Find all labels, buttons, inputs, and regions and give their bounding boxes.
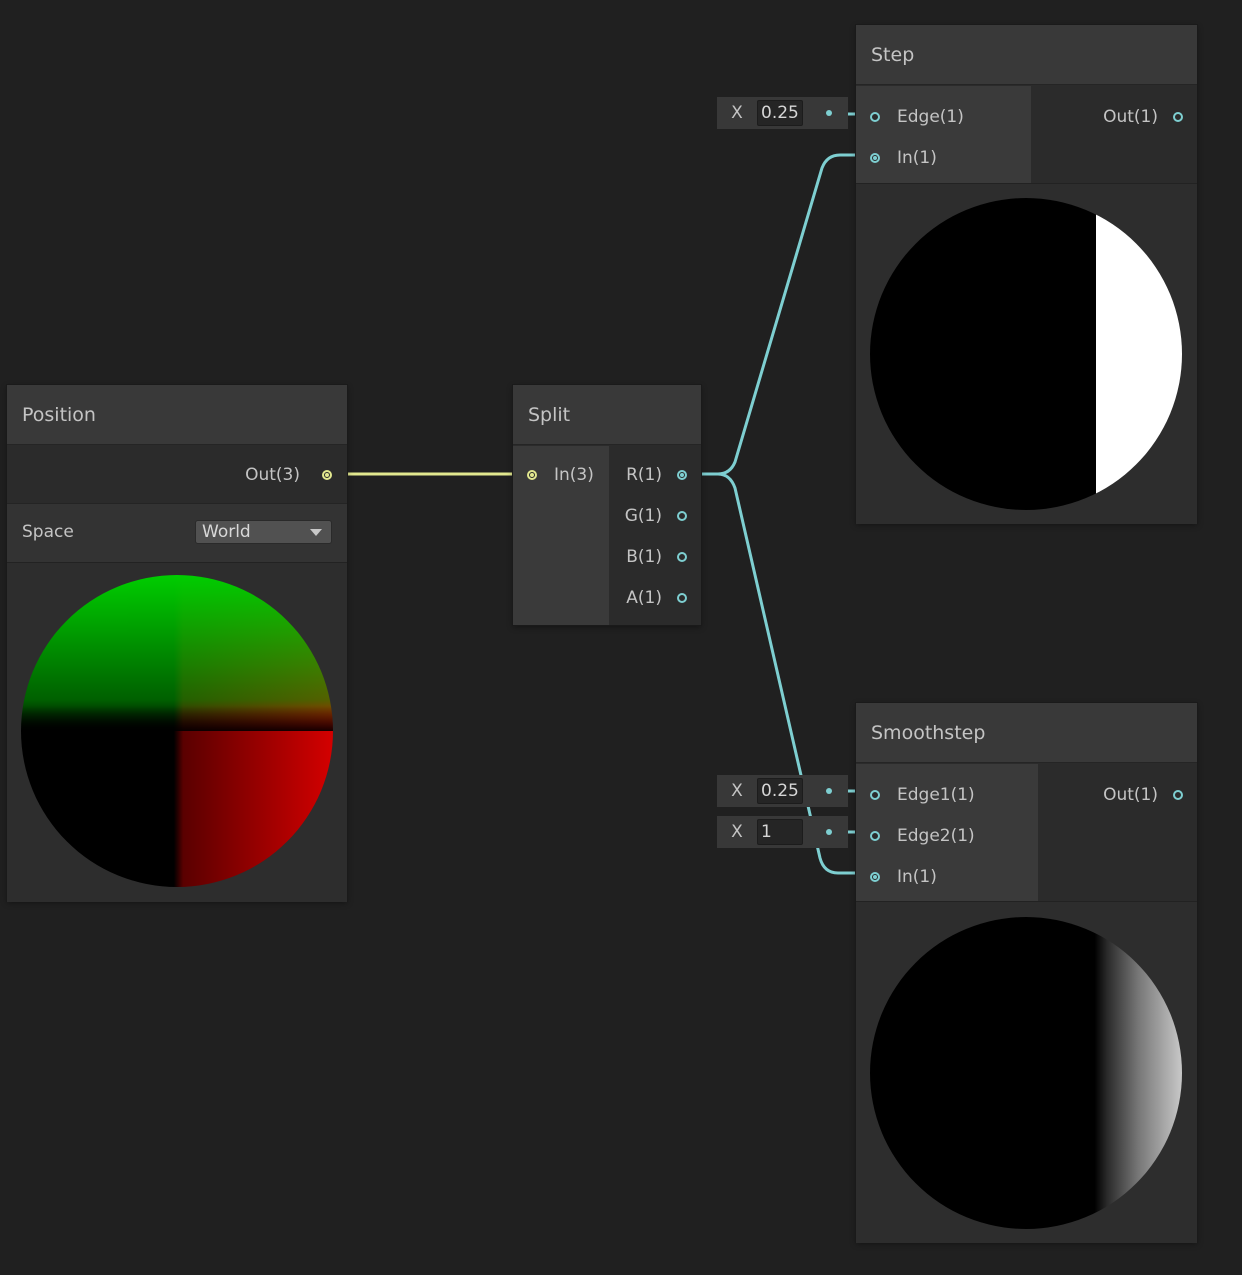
split-output-g-row: G(1) (625, 496, 687, 536)
smoothstep-out-port[interactable] (1173, 790, 1183, 800)
smoothstep-edge2-port[interactable] (870, 831, 880, 841)
smoothstep-input-edge1-row: Edge1(1) (870, 775, 975, 815)
smoothstep-edge2-field-label: X (731, 822, 743, 842)
split-node-title[interactable]: Split (513, 385, 701, 445)
smoothstep-edge1-value[interactable]: 0.25 (757, 778, 803, 804)
position-space-row: Space World (7, 503, 347, 563)
split-output-r-row: R(1) (626, 455, 687, 495)
smoothstep-input-edge1-label: Edge1(1) (897, 785, 975, 805)
split-output-r-label: R(1) (626, 465, 662, 485)
step-preview (856, 183, 1197, 524)
step-edge-port[interactable] (870, 112, 880, 122)
split-output-b-row: B(1) (626, 537, 687, 577)
step-input-edge-row: Edge(1) (870, 97, 964, 137)
field-port-dot (826, 829, 832, 835)
step-node-title[interactable]: Step (856, 25, 1197, 85)
step-input-edge-label: Edge(1) (897, 107, 964, 127)
field-port-dot (826, 788, 832, 794)
split-output-g-label: G(1) (624, 506, 662, 526)
smoothstep-input-edge2-row: Edge2(1) (870, 816, 975, 856)
step-node[interactable]: Step Edge(1) In(1) Out(1) (856, 25, 1197, 524)
wire-split-r-to-step-in (690, 153, 868, 476)
step-in-port[interactable] (870, 153, 880, 163)
split-input-label: In(3) (554, 465, 594, 485)
smoothstep-edge1-inline-field[interactable]: X 0.25 (717, 775, 848, 807)
position-node-title[interactable]: Position (7, 385, 347, 445)
split-out-r-port[interactable] (677, 470, 687, 480)
step-edge-field-label: X (731, 103, 743, 123)
smoothstep-node-title[interactable]: Smoothstep (856, 703, 1197, 763)
smoothstep-in-port[interactable] (870, 872, 880, 882)
step-input-in-label: In(1) (897, 148, 937, 168)
position-node[interactable]: Position Out(3) Space World (7, 385, 347, 902)
split-out-a-port[interactable] (677, 593, 687, 603)
space-label: Space (22, 522, 74, 542)
step-edge-inline-field[interactable]: X 0.25 (717, 97, 848, 129)
split-in-port[interactable] (527, 470, 537, 480)
split-node[interactable]: Split In(3) R(1) G(1) B(1) A(1) (513, 385, 701, 625)
chevron-down-icon (310, 529, 322, 536)
smoothstep-edge1-port[interactable] (870, 790, 880, 800)
split-output-a-label: A(1) (626, 588, 662, 608)
wire-split-r-to-smoothstep-in (690, 472, 868, 875)
smoothstep-edge2-value[interactable]: 1 (757, 819, 803, 845)
smoothstep-output-label: Out(1) (1103, 785, 1158, 805)
position-out-port[interactable] (322, 470, 332, 480)
step-output-row: Out(1) (1103, 97, 1183, 137)
smoothstep-input-edge2-label: Edge2(1) (897, 826, 975, 846)
space-dropdown[interactable]: World (195, 520, 332, 544)
smoothstep-edge2-inline-field[interactable]: X 1 (717, 816, 848, 848)
split-output-b-label: B(1) (626, 547, 662, 567)
step-edge-value[interactable]: 0.25 (757, 100, 803, 126)
position-output-row: Out(3) (7, 455, 347, 495)
smoothstep-edge1-field-label: X (731, 781, 743, 801)
smoothstep-preview-sphere (870, 917, 1182, 1229)
step-out-port[interactable] (1173, 112, 1183, 122)
split-out-g-port[interactable] (677, 511, 687, 521)
split-output-a-row: A(1) (626, 578, 687, 618)
smoothstep-output-row: Out(1) (1103, 775, 1183, 815)
smoothstep-input-in-label: In(1) (897, 867, 937, 887)
split-input-row: In(3) (527, 455, 594, 495)
split-out-b-port[interactable] (677, 552, 687, 562)
position-output-label: Out(3) (245, 465, 300, 485)
smoothstep-preview (856, 901, 1197, 1243)
step-output-label: Out(1) (1103, 107, 1158, 127)
smoothstep-input-in-row: In(1) (870, 857, 937, 897)
step-preview-sphere (870, 198, 1182, 510)
smoothstep-node[interactable]: Smoothstep Edge1(1) Edge2(1) In(1) Out(1… (856, 703, 1197, 1243)
space-dropdown-value: World (202, 522, 251, 542)
position-preview (7, 562, 347, 902)
step-input-in-row: In(1) (870, 138, 937, 178)
position-preview-sphere (21, 575, 333, 887)
field-port-dot (826, 110, 832, 116)
